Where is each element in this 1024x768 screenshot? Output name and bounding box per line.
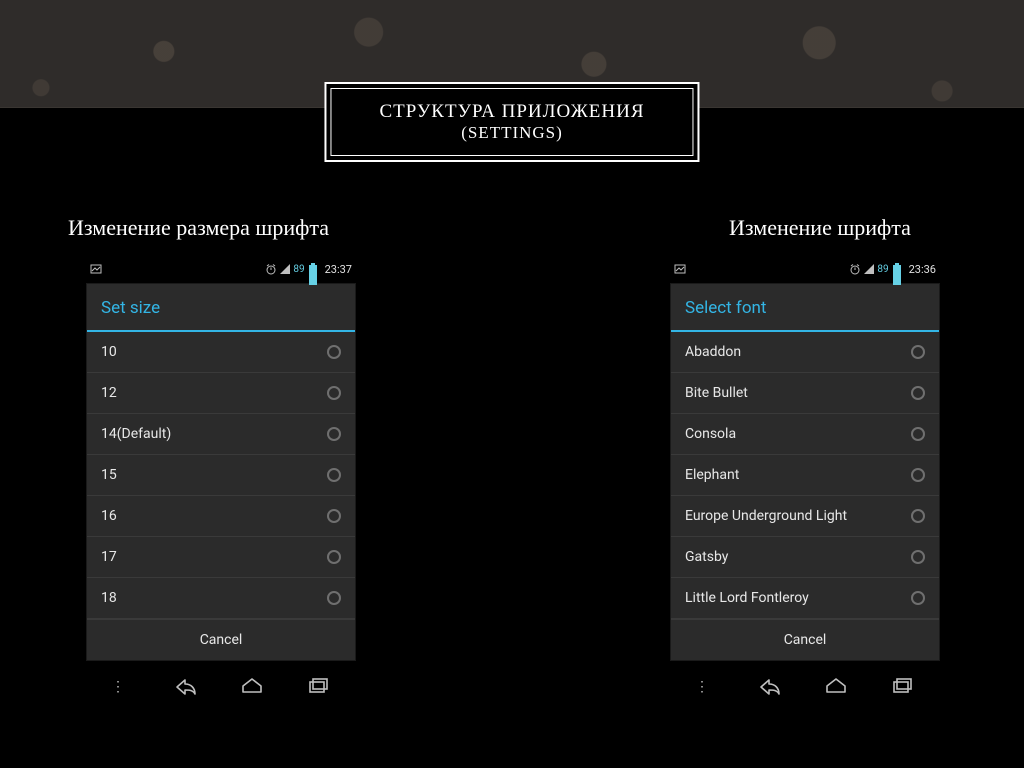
nav-menu-icon[interactable]: ⋮ (695, 679, 709, 695)
font-option[interactable]: Consola (671, 414, 939, 455)
nav-back-icon[interactable] (757, 674, 783, 700)
alarm-icon (849, 263, 861, 275)
nav-recent-icon[interactable] (305, 674, 331, 700)
left-caption: Изменение размера шрифта (68, 215, 488, 241)
radio-icon (327, 386, 341, 400)
size-option[interactable]: 17 (87, 537, 355, 578)
size-option-label: 18 (101, 590, 117, 606)
radio-icon (911, 468, 925, 482)
size-option-label: 10 (101, 344, 117, 360)
statusbar-left: 89 23:37 (86, 259, 356, 279)
size-option[interactable]: 14(Default) (87, 414, 355, 455)
font-option[interactable]: Gatsby (671, 537, 939, 578)
radio-icon (911, 591, 925, 605)
radio-icon (911, 345, 925, 359)
radio-icon (911, 550, 925, 564)
radio-icon (911, 427, 925, 441)
size-option-label: 16 (101, 508, 117, 524)
left-column: Изменение размера шрифта 89 (68, 215, 488, 707)
signal-icon (863, 263, 875, 275)
nav-home-icon[interactable] (823, 674, 849, 700)
phone-right: 89 23:36 Select font Abaddon Bite Bullet… (670, 259, 940, 707)
nav-home-icon[interactable] (239, 674, 265, 700)
size-option[interactable]: 18 (87, 578, 355, 619)
font-option-label: Abaddon (685, 344, 741, 360)
right-column: Изменение шрифта 89 (590, 215, 1010, 707)
size-cancel-button[interactable]: Cancel (87, 619, 355, 660)
size-option[interactable]: 10 (87, 332, 355, 373)
radio-icon (327, 427, 341, 441)
font-option[interactable]: Little Lord Fontleroy (671, 578, 939, 619)
font-option-label: Gatsby (685, 549, 728, 565)
alarm-icon (265, 263, 277, 275)
radio-icon (327, 509, 341, 523)
navbar-left: ⋮ (86, 667, 356, 707)
phone-left: 89 23:37 Set size 10 12 14(Default) 15 1… (86, 259, 356, 707)
font-option[interactable]: Europe Underground Light (671, 496, 939, 537)
font-option[interactable]: Bite Bullet (671, 373, 939, 414)
font-option-label: Bite Bullet (685, 385, 748, 401)
font-option-label: Europe Underground Light (685, 508, 847, 524)
size-dialog-title: Set size (87, 284, 355, 332)
signal-icon (279, 263, 291, 275)
font-option-label: Elephant (685, 467, 739, 483)
battery-level: 89 (293, 264, 304, 275)
size-option-label: 14(Default) (101, 426, 171, 442)
radio-icon (327, 468, 341, 482)
nav-menu-icon[interactable]: ⋮ (111, 679, 125, 695)
battery-icon (891, 263, 903, 275)
font-dialog: Select font Abaddon Bite Bullet Consola … (670, 283, 940, 661)
gallery-icon (674, 263, 686, 275)
font-cancel-button[interactable]: Cancel (671, 619, 939, 660)
size-option[interactable]: 12 (87, 373, 355, 414)
radio-icon (911, 509, 925, 523)
size-option-label: 15 (101, 467, 117, 483)
nav-recent-icon[interactable] (889, 674, 915, 700)
radio-icon (327, 345, 341, 359)
size-option-label: 17 (101, 549, 117, 565)
font-option-label: Little Lord Fontleroy (685, 590, 809, 606)
font-option[interactable]: Abaddon (671, 332, 939, 373)
slide-title-line1: СТРУКТУРА ПРИЛОЖЕНИЯ (379, 101, 644, 123)
font-dialog-title: Select font (671, 284, 939, 332)
size-dialog: Set size 10 12 14(Default) 15 16 17 18 C… (86, 283, 356, 661)
size-option-label: 12 (101, 385, 117, 401)
size-option[interactable]: 15 (87, 455, 355, 496)
radio-icon (911, 386, 925, 400)
slide-title-plate: СТРУКТУРА ПРИЛОЖЕНИЯ (SETTINGS) (324, 82, 699, 162)
radio-icon (327, 591, 341, 605)
clock: 23:37 (325, 263, 352, 276)
battery-icon (307, 263, 319, 275)
battery-level: 89 (877, 264, 888, 275)
gallery-icon (90, 263, 102, 275)
radio-icon (327, 550, 341, 564)
font-option[interactable]: Elephant (671, 455, 939, 496)
clock: 23:36 (909, 263, 936, 276)
font-option-label: Consola (685, 426, 736, 442)
nav-back-icon[interactable] (173, 674, 199, 700)
slide-title-line2: (SETTINGS) (379, 123, 644, 143)
statusbar-right: 89 23:36 (670, 259, 940, 279)
size-option[interactable]: 16 (87, 496, 355, 537)
navbar-right: ⋮ (670, 667, 940, 707)
right-caption: Изменение шрифта (590, 215, 1010, 241)
